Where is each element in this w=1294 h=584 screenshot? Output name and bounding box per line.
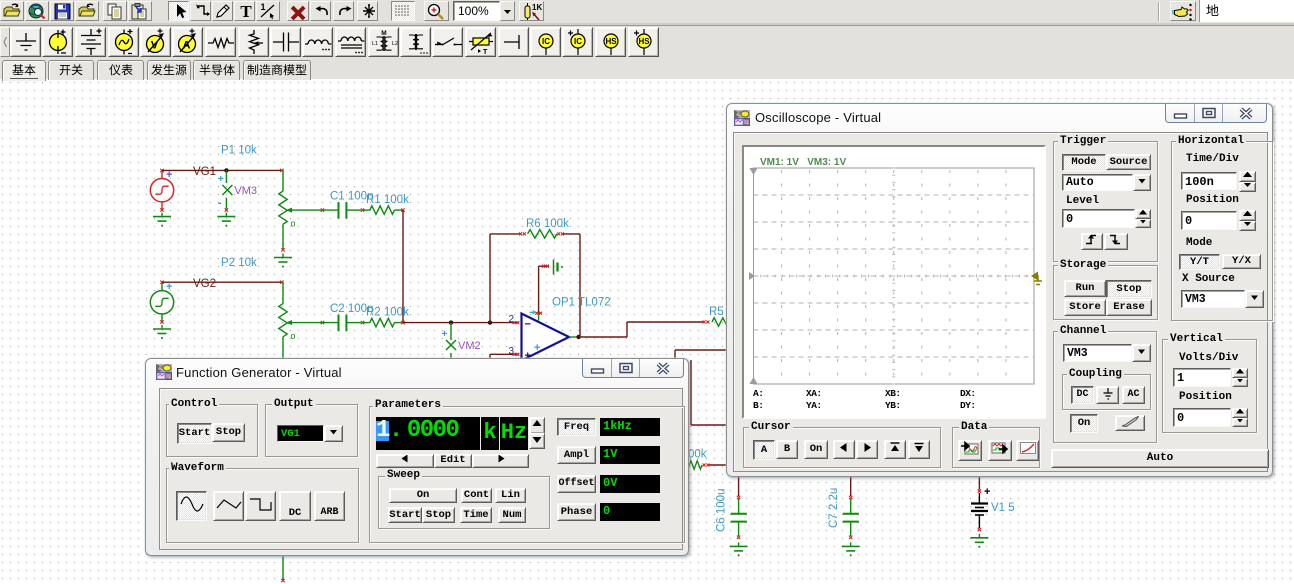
svg-text:VM2: VM2: [458, 340, 481, 352]
svg-text:C7 2.2u: C7 2.2u: [828, 488, 840, 528]
svg-text:1K: 1K: [532, 3, 542, 12]
svg-text:+: +: [442, 329, 448, 340]
svg-text:OP1 TL072: OP1 TL072: [552, 297, 611, 309]
svg-text:VG2: VG2: [193, 278, 216, 290]
svg-text:IC: IC: [542, 37, 550, 46]
svg-text:+: +: [984, 486, 990, 498]
svg-text:T: T: [483, 49, 488, 56]
svg-text:+: +: [218, 174, 224, 185]
svg-text:M: M: [381, 30, 386, 37]
svg-text:P2 10k: P2 10k: [221, 257, 257, 269]
svg-text:V1 5: V1 5: [991, 502, 1015, 514]
svg-text:o: o: [291, 219, 296, 229]
svg-text:L1: L1: [372, 41, 378, 47]
svg-text:IC: IC: [574, 37, 582, 46]
svg-text:R1 100k: R1 100k: [366, 194, 409, 206]
svg-text:−: −: [525, 319, 531, 331]
svg-text:HS: HS: [638, 37, 650, 46]
svg-text:HS: HS: [605, 37, 617, 46]
svg-text:o: o: [291, 331, 296, 341]
svg-text:R2 100k: R2 100k: [366, 306, 409, 318]
svg-text:+: +: [534, 342, 540, 354]
svg-text:L2: L2: [392, 41, 398, 47]
svg-text:VG1: VG1: [193, 166, 216, 178]
svg-text:P1 10k: P1 10k: [221, 145, 257, 157]
svg-text:VM3: VM3: [234, 185, 257, 197]
svg-text:C6 100u: C6 100u: [716, 489, 728, 532]
svg-text:R6 100k: R6 100k: [526, 218, 569, 230]
svg-text:R5: R5: [709, 306, 724, 318]
svg-text:00k: 00k: [688, 449, 707, 461]
svg-text:T: T: [240, 2, 252, 20]
svg-text:1: 1: [260, 2, 265, 12]
svg-text:-: -: [218, 197, 222, 209]
